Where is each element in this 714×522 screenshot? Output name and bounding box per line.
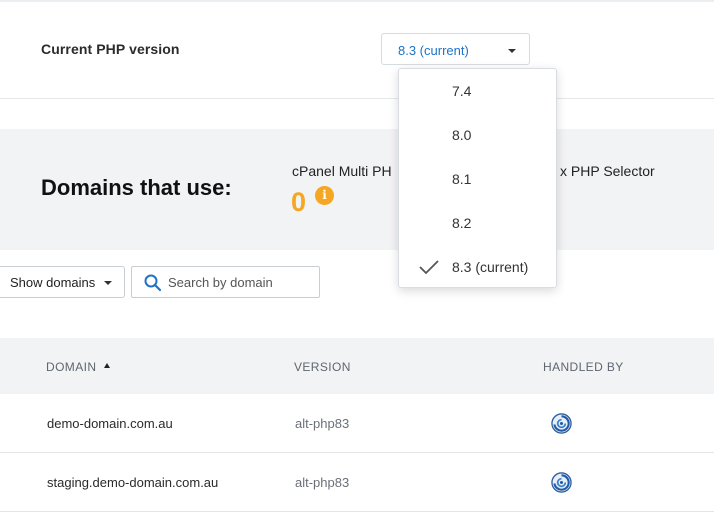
row-divider (0, 511, 714, 512)
php-version-dropdown-menu: 7.4 8.0 8.1 8.2 8.3 (current) (398, 68, 557, 288)
row-divider (0, 452, 714, 453)
section-divider (0, 98, 714, 99)
table-row-version: alt-php83 (295, 475, 350, 490)
menu-item-php-8-2[interactable]: 8.2 (399, 201, 556, 245)
menu-item-label: 8.0 (452, 127, 472, 143)
column-header-domain[interactable]: DOMAIN (46, 360, 96, 374)
cloudlinux-icon (551, 413, 572, 434)
multi-php-domain-count: 0 (291, 187, 307, 217)
info-icon[interactable]: i (315, 186, 334, 205)
php-version-label: Current PHP version (41, 41, 180, 57)
search-icon (144, 274, 162, 292)
menu-item-php-8-3[interactable]: 8.3 (current) (399, 245, 556, 289)
chevron-down-icon (508, 49, 516, 53)
menu-item-label: 7.4 (452, 83, 472, 99)
menu-item-label: 8.1 (452, 171, 472, 187)
table-row-domain: staging.demo-domain.com.au (47, 475, 219, 490)
php-version-selected-value: 8.3 (current) (398, 43, 469, 58)
table-row-domain: demo-domain.com.au (47, 416, 173, 431)
menu-item-php-8-1[interactable]: 8.1 (399, 157, 556, 201)
menu-item-php-7-4[interactable]: 7.4 (399, 69, 556, 113)
sort-ascending-icon[interactable] (104, 363, 110, 368)
cloudlinux-icon (551, 472, 572, 493)
show-domains-label: Show domains (10, 275, 96, 290)
column-header-handled-by: HANDLED BY (543, 360, 624, 374)
chevron-down-icon (104, 281, 112, 285)
checkmark-icon (419, 260, 439, 275)
menu-item-label: 8.3 (current) (452, 259, 529, 275)
php-selector-label: x PHP Selector (560, 163, 655, 179)
domains-that-use-title: Domains that use: (41, 175, 232, 200)
search-box[interactable] (131, 266, 320, 298)
menu-item-label: 8.2 (452, 215, 472, 231)
php-version-select[interactable]: 8.3 (current) (381, 33, 530, 65)
show-domains-button[interactable]: Show domains (0, 266, 125, 298)
column-header-version: VERSION (294, 360, 351, 374)
multi-php-label: cPanel Multi PH (292, 163, 392, 179)
table-row-version: alt-php83 (295, 416, 350, 431)
top-divider (0, 0, 714, 2)
menu-item-php-8-0[interactable]: 8.0 (399, 113, 556, 157)
search-input[interactable] (168, 273, 308, 291)
